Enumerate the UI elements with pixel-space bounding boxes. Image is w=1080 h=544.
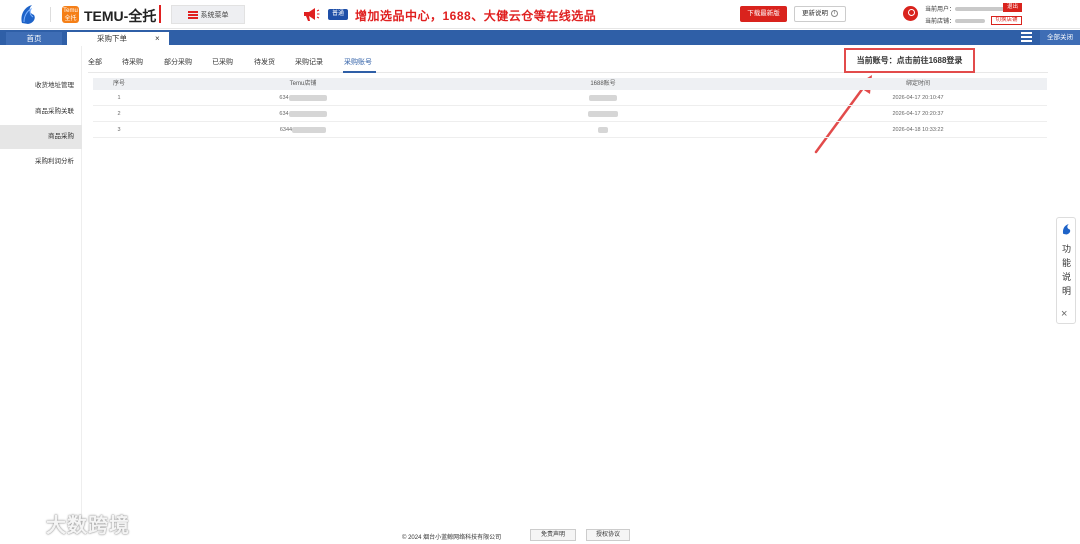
download-latest-button[interactable]: 下载最新版: [740, 6, 787, 22]
login-1688-link[interactable]: 点击前往1688登录: [897, 56, 963, 65]
subtab-accounts[interactable]: 采购账号: [344, 57, 372, 67]
redacted-shop: [955, 19, 986, 24]
announcement-tag: 普通: [328, 9, 348, 20]
sidebar: 收货地址管理 商品采购关联 商品采购 采购利润分析: [0, 46, 82, 526]
update-notes-button[interactable]: 更新说明 i: [794, 6, 846, 22]
divider: [159, 5, 161, 23]
redacted-value: [589, 94, 617, 101]
table-row[interactable]: 3 6344 2026-04-18 10:33:22: [93, 122, 1047, 138]
current-user: 当前用户：: [925, 4, 1014, 13]
close-all-tabs-button[interactable]: 全部关闭: [1040, 30, 1080, 45]
active-tab-indicator: [343, 71, 376, 73]
app-title: TEMU-全托: [84, 8, 157, 24]
current-shop: 当前店铺：: [925, 16, 986, 25]
swan-logo-icon: [1062, 224, 1071, 235]
megaphone-icon: [304, 8, 320, 21]
sidebar-item-address[interactable]: 收货地址管理: [0, 74, 82, 98]
temu-logo-icon: Temu全托: [62, 6, 79, 23]
footer: © 2024 烟台小蓝鲸网络科技有限公司 免责声明 授权协议: [0, 527, 1080, 544]
redacted-value: [288, 110, 327, 117]
redacted-value: [598, 126, 608, 133]
sidebar-item-product-link[interactable]: 商品采购关联: [0, 100, 82, 124]
disclaimer-button[interactable]: 免责声明: [530, 529, 576, 541]
column-index: 序号: [112, 81, 125, 87]
tab-home[interactable]: 首页: [6, 32, 62, 45]
switch-shop-button[interactable]: 切换店铺: [991, 16, 1022, 25]
divider: [50, 7, 51, 22]
subtab-purchased[interactable]: 已采购: [212, 57, 233, 67]
watermark-logo-icon: [10, 518, 45, 535]
column-bind-time: 绑定时间: [905, 81, 930, 87]
subtab-to-ship[interactable]: 待发货: [254, 57, 275, 67]
copyright-text: © 2024 烟台小蓝鲸网络科技有限公司: [402, 535, 502, 541]
menu-icon[interactable]: [1021, 32, 1032, 42]
license-button[interactable]: 授权协议: [586, 529, 630, 541]
announcement-text[interactable]: 增加选品中心，1688、大健云仓等在线选品: [355, 7, 596, 24]
swan-logo-icon[interactable]: [18, 3, 38, 25]
function-help-panel[interactable]: 功能说明 ×: [1056, 217, 1076, 324]
subtab-pending[interactable]: 待采购: [122, 57, 143, 67]
redacted-value: [292, 126, 327, 133]
list-icon: [187, 10, 198, 19]
redacted-value: [288, 94, 327, 101]
table-header: 序号 Temu店铺 1688账号 绑定时间: [93, 78, 1047, 90]
table-row[interactable]: 1 634 2026-04-17 20:10:47: [93, 90, 1047, 106]
watermark: 大数跨境: [8, 509, 130, 538]
tab-purchase-order[interactable]: 采购下单 ×: [67, 32, 169, 45]
close-icon[interactable]: ×: [1061, 308, 1067, 320]
subtab-all[interactable]: 全部: [88, 57, 102, 67]
table-row[interactable]: 2 634 2026-04-17 20:20:37: [93, 106, 1047, 122]
subtab-records[interactable]: 采购记录: [295, 57, 323, 67]
logout-button[interactable]: 退出: [1003, 3, 1022, 12]
function-help-label: 功能说明: [1061, 244, 1071, 296]
user-avatar-icon[interactable]: [903, 6, 918, 21]
info-icon: i: [831, 9, 838, 17]
sidebar-item-product-purchase[interactable]: 商品采购: [0, 125, 82, 149]
column-temu-shop: Temu店铺: [289, 81, 317, 87]
sidebar-item-profit-analysis[interactable]: 采购利润分析: [0, 150, 82, 174]
accounts-table: 序号 Temu店铺 1688账号 绑定时间 1 634 2026-04-17 2…: [93, 78, 1047, 138]
close-icon[interactable]: ×: [155, 32, 160, 45]
top-bar: Temu全托 TEMU-全托 系统菜单 普通 增加选品中心，1688、大健云仓等…: [0, 0, 1080, 29]
column-1688-account: 1688账号: [590, 81, 616, 87]
system-menu-button[interactable]: 系统菜单: [171, 5, 245, 24]
redacted-value: [588, 110, 618, 117]
tab-bar: 首页 采购下单 × 全部关闭: [0, 30, 1080, 45]
subtab-partial[interactable]: 部分采购: [164, 57, 192, 67]
